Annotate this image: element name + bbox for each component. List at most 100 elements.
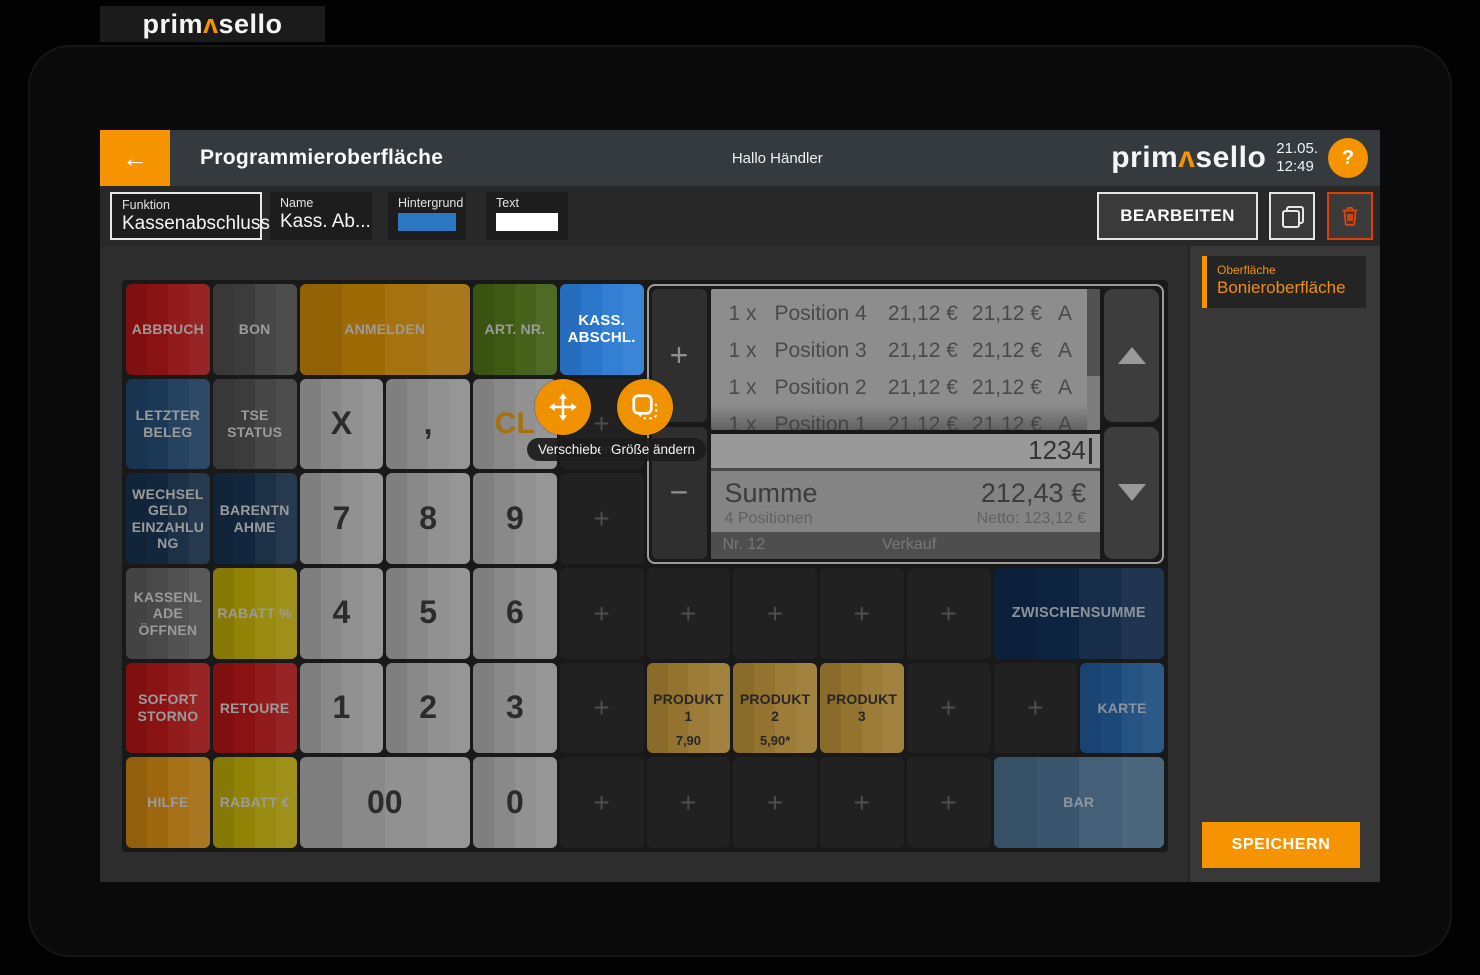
grid-button-key-00[interactable]: 00: [299, 757, 470, 848]
plus-icon: +: [669, 336, 689, 373]
sum-value: 212,43 €: [980, 477, 1086, 508]
scrollbar-thumb[interactable]: [1087, 289, 1100, 377]
back-button[interactable]: ←: [100, 130, 170, 186]
triangle-down-icon: [1117, 484, 1146, 502]
sum-label: Summe: [724, 477, 818, 508]
grid-button-key-7[interactable]: 7: [299, 473, 384, 564]
back-arrow-icon: ←: [122, 142, 148, 173]
grid-button-wechselgeld-einzahlung[interactable]: WECHSELGELD EINZAHLUNG: [126, 473, 210, 564]
question-mark-icon: ?: [1341, 146, 1355, 169]
price-label: 7,90: [675, 733, 702, 749]
grid-button-key-5[interactable]: 5: [386, 567, 470, 659]
grid-button-key-9[interactable]: 9: [473, 473, 557, 564]
grid-button-add-r5c11[interactable]: +: [993, 662, 1078, 754]
grid-button-bar[interactable]: BAR: [993, 757, 1164, 848]
grid-button-key-4[interactable]: 4: [299, 567, 384, 659]
grid-button-produkt-1[interactable]: PRODUKT 1 7,90: [646, 662, 731, 754]
grid-button-key-8[interactable]: 8: [386, 473, 470, 564]
resize-button[interactable]: [617, 379, 673, 435]
receipt-sum-section: Summe 4 Positionen 212,43 € Netto: 123,1…: [710, 470, 1100, 532]
grid-button-hilfe[interactable]: HILFE: [126, 757, 210, 848]
funktion-field[interactable]: Funktion Kassenabschluss: [110, 192, 270, 240]
receipt-row: 1 x Position 3 21,12 €21,12 € A: [728, 338, 1073, 362]
grid-button-zwischensumme[interactable]: ZWISCHENSUMME: [993, 567, 1164, 659]
receipt-amount-input[interactable]: 1234: [710, 433, 1100, 471]
receipt-row: 1 x Position 2 21,12 €21,12 € A: [728, 375, 1073, 399]
grid-button-add-r4c8[interactable]: +: [733, 567, 817, 659]
background-color-field[interactable]: Hintergrund: [388, 192, 466, 240]
list-fade: [710, 403, 1087, 430]
name-field[interactable]: Name Kass. Ab...: [270, 192, 372, 240]
grid-button-letzter-beleg[interactable]: LETZTER BELEG: [126, 378, 210, 470]
price-label: 5,90*: [759, 733, 791, 749]
receipt-number: Nr. 12: [722, 536, 766, 554]
triangle-up-icon: [1117, 346, 1146, 364]
page-title: Programmieroberfläche: [200, 146, 444, 169]
datetime: 21.05. 12:49: [1276, 140, 1318, 176]
grid-button-add-r5c6[interactable]: +: [559, 662, 644, 754]
grid-button-kass-abschl[interactable]: KASS. ABSCHL.: [559, 284, 644, 375]
bearbeiten-button[interactable]: BEARBEITEN: [1097, 192, 1258, 240]
receipt-scrollbar[interactable]: [1087, 289, 1100, 430]
grid-button-key-3[interactable]: 3: [473, 662, 557, 754]
text-color-field[interactable]: Text: [486, 192, 568, 240]
grid-button-key-2[interactable]: 2: [386, 662, 470, 754]
receipt-scroll-up-button[interactable]: [1104, 289, 1159, 422]
grid-button-add-r4c6[interactable]: +: [559, 567, 644, 659]
grid-button-sofort-storno[interactable]: SOFORT STORNO: [126, 662, 210, 754]
grid-button-produkt-2[interactable]: PRODUKT 2 5,90*: [733, 662, 817, 754]
grid-button-add-r6c9[interactable]: +: [820, 757, 904, 848]
minus-icon: −: [669, 474, 689, 511]
netto-value: Netto: 123,12 €: [976, 509, 1086, 527]
grid-button-add-r6c10[interactable]: +: [906, 757, 991, 848]
grid-button-add-r3c6[interactable]: +: [559, 473, 644, 564]
grid-button-add-r6c7[interactable]: +: [646, 757, 731, 848]
grid-button-art-nr[interactable]: ART. NR.: [473, 284, 557, 375]
move-button[interactable]: [535, 379, 591, 435]
grid-button-add-r5c10[interactable]: +: [906, 662, 991, 754]
app-window: ← Programmieroberfläche Hallo Händler pr…: [100, 130, 1380, 882]
speichern-button[interactable]: SPEICHERN: [1202, 822, 1360, 868]
grid-button-key-6[interactable]: 6: [473, 567, 557, 659]
screen: primʌsello ← Programmieroberfläche Hallo…: [0, 0, 1480, 975]
grid-button-add-r6c8[interactable]: +: [733, 757, 817, 848]
receipt-row: 1 x Position 4 21,12 €21,12 € A: [728, 301, 1073, 325]
resize-tooltip: Größe ändern: [600, 438, 707, 461]
grid-button-karte[interactable]: KARTE: [1080, 662, 1164, 754]
text-color-swatch[interactable]: [496, 213, 558, 231]
device-logo: primʌsello: [100, 6, 325, 42]
help-button[interactable]: ?: [1328, 138, 1368, 178]
surface-selector[interactable]: Oberfläche Bonieroberfläche: [1202, 256, 1366, 308]
date-text: 21.05.: [1276, 140, 1318, 157]
grid-button-bon[interactable]: BON: [212, 284, 297, 375]
receipt-scroll-down-button[interactable]: [1104, 426, 1159, 559]
grid-button-key-x[interactable]: X: [299, 378, 384, 470]
grid-button-anmelden[interactable]: ANMELDEN: [299, 284, 470, 375]
copy-button[interactable]: [1269, 192, 1315, 240]
grid-button-key-0[interactable]: 0: [473, 757, 557, 848]
background-color-swatch[interactable]: [398, 213, 456, 231]
grid-button-rabatt-prozent[interactable]: RABATT %: [212, 567, 297, 659]
grid-button-key-comma[interactable]: ,: [386, 378, 470, 470]
grid-button-key-1[interactable]: 1: [299, 662, 384, 754]
grid-button-add-r4c7[interactable]: +: [646, 567, 731, 659]
grid-button-add-r4c10[interactable]: +: [906, 567, 991, 659]
grid-button-abbruch[interactable]: ABBRUCH: [126, 284, 210, 375]
delete-button[interactable]: [1327, 192, 1373, 240]
grid-button-tse-status[interactable]: TSE STATUS: [212, 378, 297, 470]
layout-canvas: + − 1 x Position 4 21,12 €21,12 € A 1 x Posi…: [100, 246, 1188, 882]
move-icon: [549, 393, 577, 421]
grid-button-add-r6c6[interactable]: +: [559, 757, 644, 848]
trash-icon: [1342, 207, 1358, 226]
grid-button-kassenlade-oeffnen[interactable]: KASSENLADE ÖFFNEN: [126, 567, 210, 659]
copy-icon: [1282, 206, 1304, 228]
grid-button-add-r4c9[interactable]: +: [820, 567, 904, 659]
receipt-position-list: 1 x Position 4 21,12 €21,12 € A 1 x Position…: [710, 289, 1100, 430]
grid-button-retoure[interactable]: RETOURE: [212, 662, 297, 754]
sidebar: Oberfläche Bonieroberfläche SPEICHERN: [1188, 246, 1380, 882]
grid-button-produkt-3[interactable]: PRODUKT 3: [820, 662, 904, 754]
grid-button-barentnahme[interactable]: BARENTNAHME: [212, 473, 297, 564]
greeting-text: Hallo Händler: [731, 149, 823, 167]
grid-button-rabatt-euro[interactable]: RABATT €: [212, 757, 297, 848]
edit-toolbar: Funktion Kassenabschluss Name Kass. Ab..…: [100, 186, 1380, 246]
